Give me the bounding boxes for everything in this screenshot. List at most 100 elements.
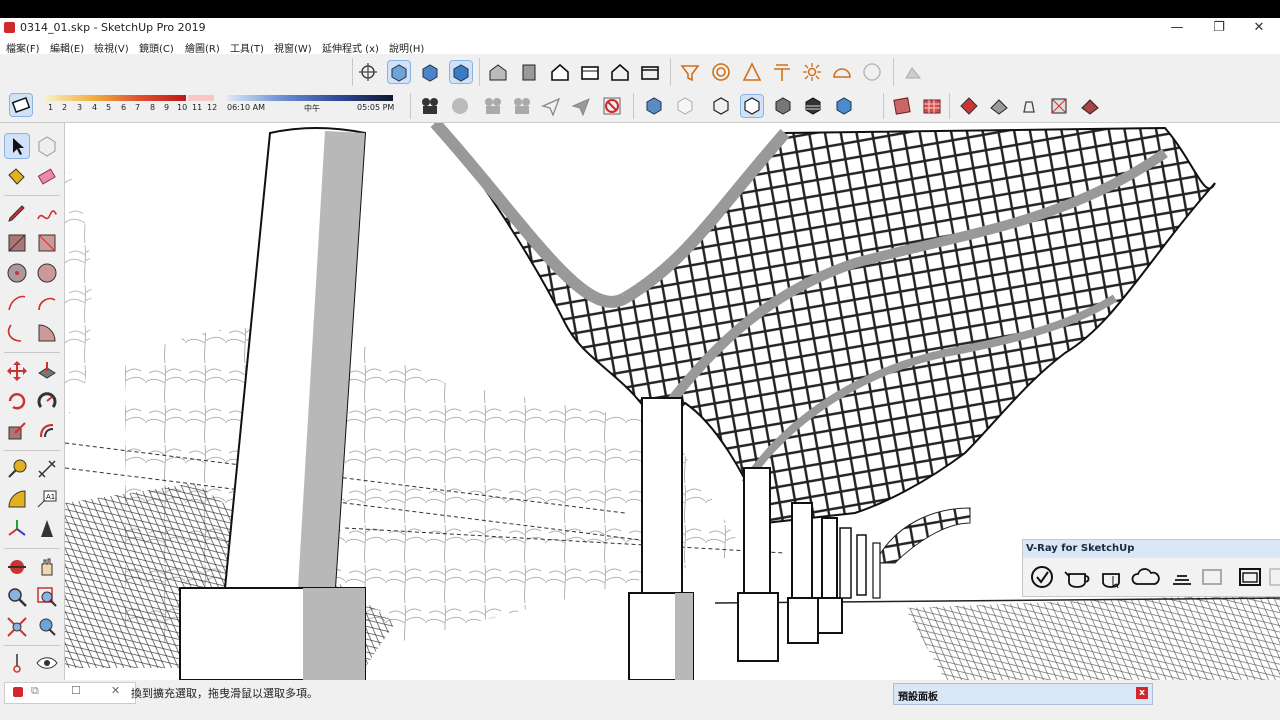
left-view-icon[interactable] — [609, 61, 631, 83]
look-around-eye-icon[interactable] — [35, 651, 59, 675]
xray-icon[interactable] — [643, 95, 665, 117]
zoom-icon[interactable] — [5, 585, 29, 609]
paper-plane-icon[interactable] — [540, 95, 562, 117]
front-view-icon[interactable] — [449, 60, 473, 84]
protractor-tool-icon[interactable] — [5, 487, 29, 511]
house-iso-icon[interactable] — [487, 61, 509, 83]
paint-bucket-icon[interactable] — [5, 165, 29, 189]
terrain-stamp-icon[interactable] — [1018, 95, 1040, 117]
dimension-icon[interactable] — [35, 457, 59, 481]
frame-buffer-icon[interactable] — [1237, 564, 1263, 590]
menu-view[interactable]: 檢視(V) — [94, 40, 129, 55]
shaded-icon[interactable] — [772, 95, 794, 117]
restore-button[interactable]: ❐ — [1204, 20, 1234, 35]
tape-measure-icon[interactable] — [5, 457, 29, 481]
bottom-view-icon[interactable] — [639, 61, 661, 83]
sketchup-small-icon[interactable] — [13, 687, 23, 697]
move-icon[interactable] — [5, 359, 29, 383]
terrain-red-icon[interactable] — [958, 95, 980, 117]
back-edges-icon[interactable] — [674, 95, 696, 117]
circle-icon[interactable] — [5, 261, 29, 285]
zoom-extents-icon[interactable] — [357, 61, 379, 83]
position-camera-icon[interactable] — [5, 651, 29, 675]
vray-render-icon[interactable] — [1029, 564, 1055, 590]
menu-edit[interactable]: 編輯(E) — [50, 40, 84, 55]
month-slider[interactable] — [46, 95, 186, 101]
polygon-icon[interactable] — [35, 261, 59, 285]
terrain-smoove-icon[interactable] — [1048, 95, 1070, 117]
grid-texture-icon[interactable] — [921, 95, 943, 117]
pie-icon[interactable] — [35, 321, 59, 345]
credits-icon[interactable]: ☐ — [71, 684, 81, 697]
component-icon[interactable] — [861, 61, 883, 83]
follow-me-icon[interactable] — [710, 61, 732, 83]
shaded-textures-icon[interactable] — [802, 95, 824, 117]
terrain-flip-icon[interactable] — [1079, 95, 1101, 117]
right-view-icon[interactable] — [518, 61, 540, 83]
close-button[interactable]: ✕ — [1244, 20, 1274, 35]
two-point-arc-icon[interactable] — [35, 291, 59, 315]
terrain-drape-icon[interactable] — [988, 95, 1010, 117]
axes-icon[interactable] — [5, 517, 29, 541]
hidden-line-icon[interactable] — [740, 94, 764, 118]
frame-buffer-grey-icon[interactable] — [1199, 564, 1225, 590]
monochrome-icon[interactable] — [833, 95, 855, 117]
back-view-icon[interactable] — [579, 61, 601, 83]
texture-icon[interactable] — [891, 95, 913, 117]
protractor-icon[interactable] — [741, 61, 763, 83]
zoom-window-icon[interactable] — [35, 585, 59, 609]
rectangle-icon[interactable] — [5, 231, 29, 255]
dome-icon[interactable] — [831, 61, 853, 83]
film-camera-icon[interactable] — [419, 95, 441, 117]
menu-camera[interactable]: 鏡頭(C) — [139, 40, 174, 55]
line-pencil-icon[interactable] — [5, 201, 29, 225]
globe-icon[interactable] — [449, 95, 471, 117]
teapot-render-icon[interactable] — [1063, 564, 1093, 590]
eraser-icon[interactable] — [35, 165, 59, 189]
rotate-icon[interactable] — [5, 389, 29, 413]
film-camera-grey-icon[interactable] — [482, 95, 504, 117]
previous-view-icon[interactable] — [35, 615, 59, 639]
orbit-icon[interactable] — [5, 555, 29, 579]
vray-more-icon[interactable] — [1267, 564, 1280, 590]
menu-tools[interactable]: 工具(T) — [230, 40, 264, 55]
three-point-arc-icon[interactable] — [5, 321, 29, 345]
section-plane-icon[interactable] — [679, 61, 701, 83]
scale-icon[interactable] — [5, 419, 29, 443]
film-camera-grey-2-icon[interactable] — [511, 95, 533, 117]
select-arrow-icon[interactable] — [4, 133, 30, 159]
push-pull-icon[interactable] — [35, 359, 59, 383]
tray-close-button[interactable]: x — [1136, 687, 1148, 699]
eraser-style-icon[interactable] — [9, 93, 33, 117]
delete-anim-icon[interactable] — [601, 95, 623, 117]
paper-plane-2-icon[interactable] — [570, 95, 592, 117]
rotated-rectangle-icon[interactable] — [35, 231, 59, 255]
interactive-render-icon[interactable] — [1097, 564, 1127, 590]
time-slider[interactable] — [227, 95, 393, 101]
top-view-icon[interactable] — [419, 61, 441, 83]
user-icon[interactable]: ✕ — [111, 684, 120, 697]
asset-editor-icon[interactable] — [1169, 564, 1195, 590]
geolocation-icon[interactable]: ⧉ — [31, 684, 39, 698]
3d-text-icon[interactable] — [35, 517, 59, 541]
menu-file[interactable]: 檔案(F) — [6, 40, 40, 55]
iso-view-icon[interactable] — [387, 60, 411, 84]
sun-icon[interactable] — [801, 61, 823, 83]
minimize-button[interactable]: — — [1162, 20, 1192, 35]
zoom-extents-tool-icon[interactable] — [5, 615, 29, 639]
wireframe-icon[interactable] — [710, 95, 732, 117]
menu-extensions[interactable]: 延伸程式 (x) — [322, 40, 379, 55]
menu-window[interactable]: 視窗(W) — [274, 40, 312, 55]
menu-help[interactable]: 說明(H) — [389, 40, 424, 55]
cloud-render-icon[interactable] — [1131, 564, 1161, 590]
sandbox-icon[interactable] — [902, 61, 924, 83]
default-tray-header[interactable]: 預設面板 x — [893, 683, 1153, 705]
freehand-icon[interactable] — [35, 201, 59, 225]
text-tool-icon[interactable]: A1 — [35, 487, 59, 511]
home-icon[interactable] — [549, 61, 571, 83]
menu-draw[interactable]: 繪圖(R) — [185, 40, 220, 55]
follow-me-tool-icon[interactable] — [35, 389, 59, 413]
make-component-icon[interactable] — [35, 134, 59, 158]
pan-hand-icon[interactable] — [35, 555, 59, 579]
arc-icon[interactable] — [5, 291, 29, 315]
